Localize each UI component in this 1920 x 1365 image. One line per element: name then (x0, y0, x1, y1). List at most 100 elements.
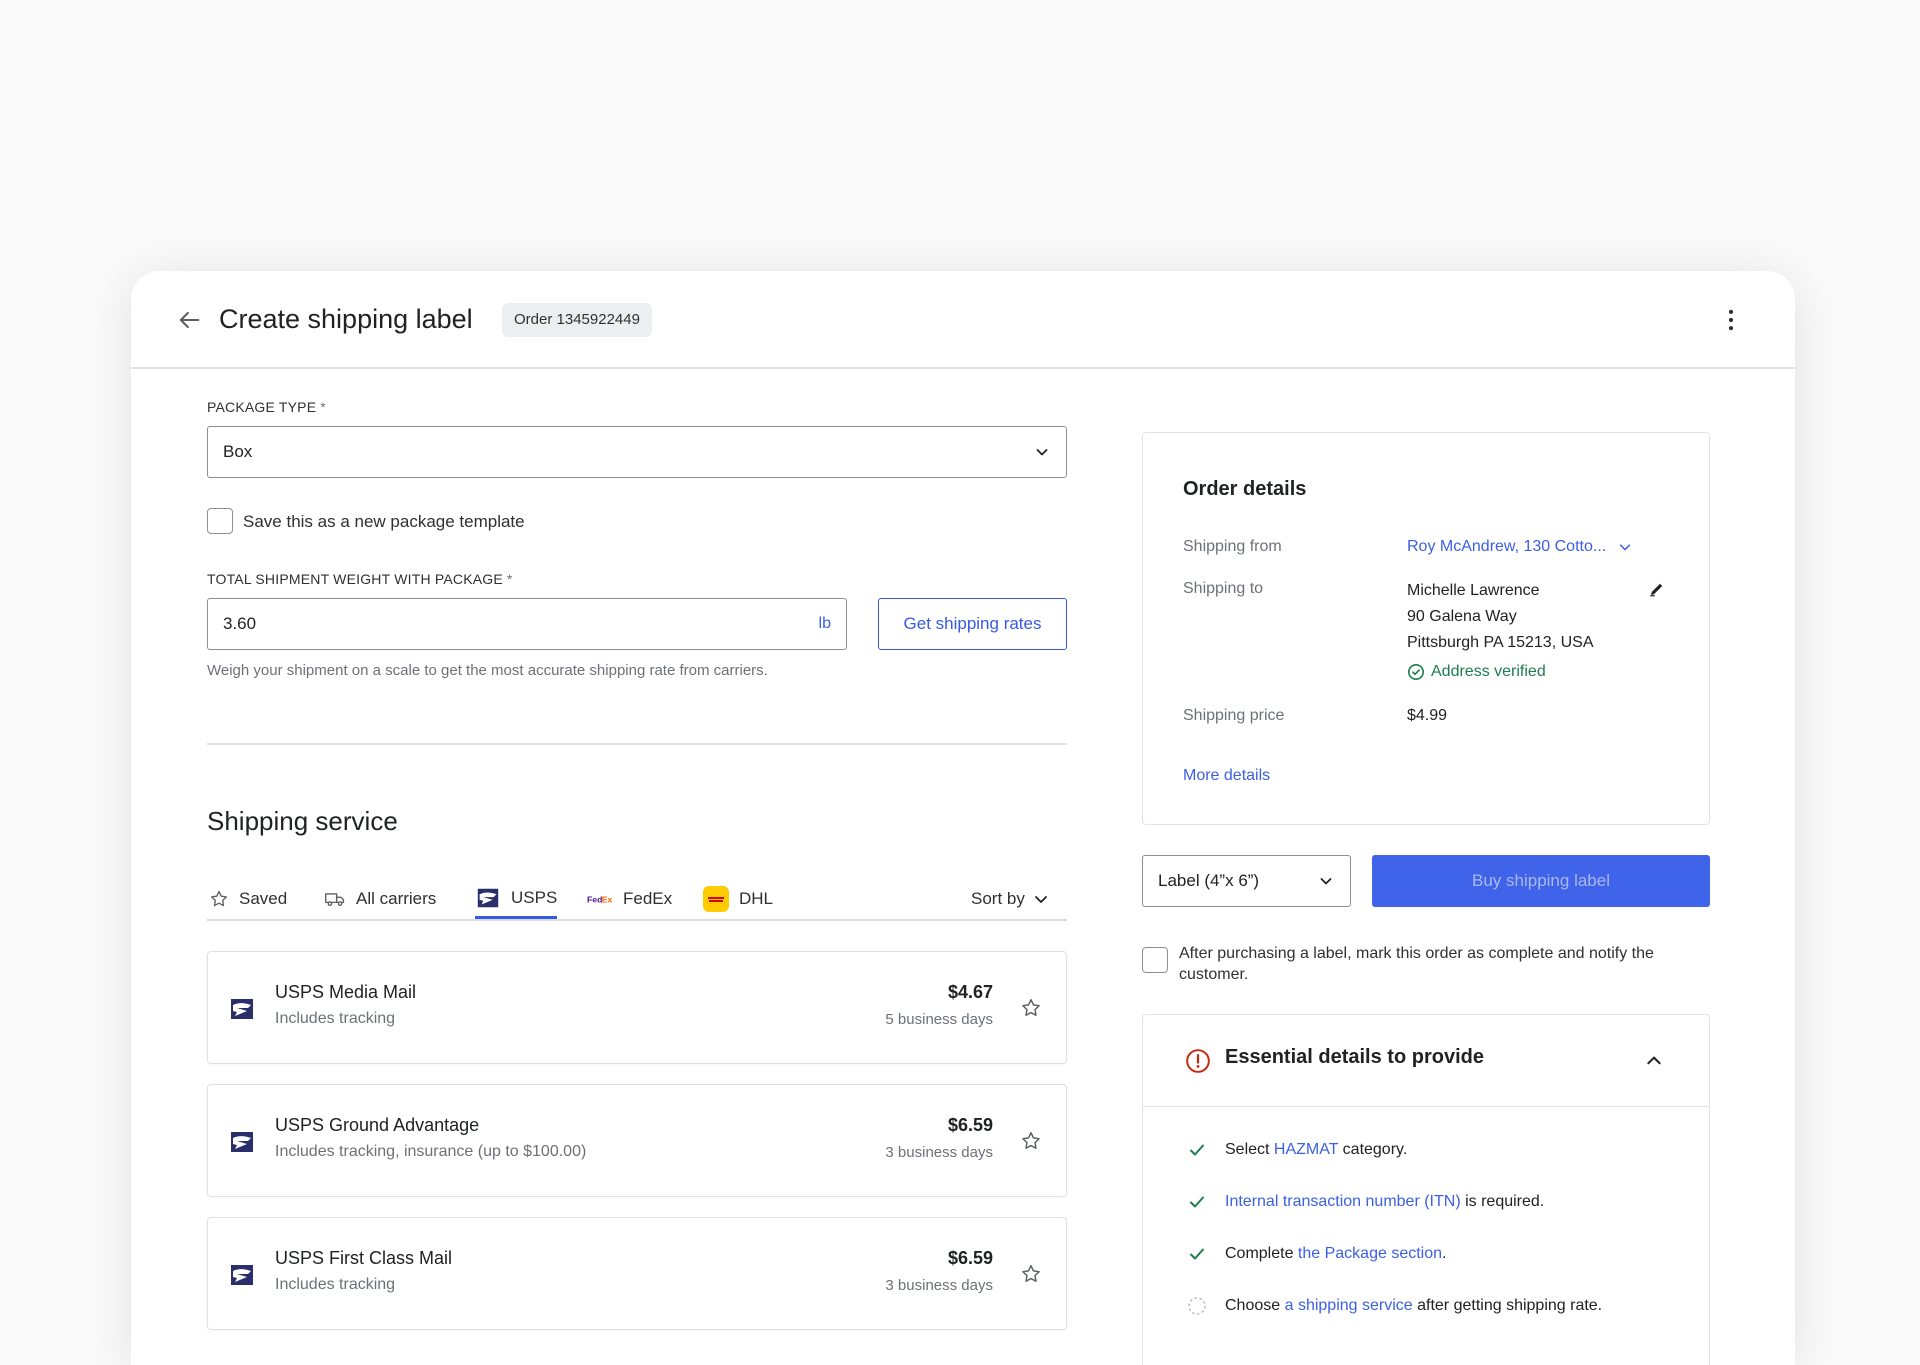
address-verified-text: Address verified (1431, 663, 1546, 680)
shipping-to-name: Michelle Lawrence (1407, 582, 1540, 599)
weight-unit: lb (818, 615, 831, 632)
tab-all-carriers[interactable]: All carriers (324, 879, 436, 919)
tab-saved-label: Saved (239, 889, 288, 908)
package-type-label: PACKAGE TYPE * (207, 399, 326, 415)
item-text: category. (1338, 1141, 1408, 1158)
shipping-service-link[interactable]: a shipping service (1285, 1297, 1413, 1314)
checkmark-icon (1190, 1196, 1204, 1208)
service-delivery-time: 3 business days (885, 1144, 993, 1161)
tab-saved[interactable]: Saved (209, 879, 287, 919)
tab-dhl-label: DHL (739, 889, 774, 908)
package-type-value: Box (223, 442, 253, 461)
item-text: Complete (1225, 1245, 1298, 1262)
check-circle-icon (1407, 663, 1425, 681)
tab-fedex-label: FedEx (623, 889, 673, 908)
required-mark: * (506, 571, 513, 587)
essential-item-itn: Internal transaction number (ITN) is req… (1225, 1193, 1544, 1211)
service-subtitle: Includes tracking (275, 1010, 396, 1027)
item-text: Choose (1225, 1297, 1285, 1314)
alert-circle-icon (1186, 1049, 1210, 1073)
package-type-select[interactable]: Box (207, 426, 1067, 478)
chevron-down-icon (1620, 544, 1631, 551)
svg-text:Ex: Ex (602, 894, 613, 904)
chevron-down-icon (1320, 878, 1332, 885)
essential-details-header[interactable]: Essential details to provide (1143, 1015, 1709, 1107)
weight-value: 3.60 (223, 614, 257, 633)
address-verified-status: Address verified (1407, 663, 1546, 681)
shipping-from-value: Roy McAndrew, 130 Cotto... (1407, 538, 1607, 555)
shipping-to-street: 90 Galena Way (1407, 608, 1517, 625)
service-price: $4.67 (947, 982, 993, 1002)
mark-complete-checkbox[interactable] (1142, 947, 1168, 973)
service-delivery-time: 3 business days (885, 1277, 993, 1294)
hazmat-link[interactable]: HAZMAT (1274, 1141, 1338, 1158)
page-header: Create shipping label Order 1345922449 (131, 271, 1795, 369)
chevron-up-icon[interactable] (1645, 1052, 1663, 1070)
shipping-price-value: $4.99 (1407, 707, 1448, 724)
weight-help-text: Weigh your shipment on a scale to get th… (207, 662, 768, 679)
get-shipping-rates-button[interactable]: Get shipping rates (878, 598, 1067, 650)
shipping-price-label: Shipping price (1183, 707, 1285, 724)
item-text: . (1442, 1245, 1447, 1262)
service-card-usps-media-mail[interactable]: USPS Media Mail Includes tracking $4.67 … (207, 951, 1067, 1064)
weight-label: TOTAL SHIPMENT WEIGHT WITH PACKAGE * (207, 571, 513, 587)
tab-fedex[interactable]: Fed Ex FedEx (587, 879, 672, 919)
essential-item-shipping-service: Choose a shipping service after getting … (1225, 1297, 1602, 1315)
mark-complete-label: After purchasing a label, mark this orde… (1179, 945, 1654, 983)
service-name: USPS First Class Mail (275, 1248, 453, 1268)
star-icon[interactable] (1020, 997, 1042, 1019)
sort-by-dropdown[interactable]: Sort by (971, 879, 1049, 919)
dhl-logo-icon (703, 886, 729, 912)
label-size-value: Label (4”x 6”) (1158, 871, 1260, 890)
back-arrow-icon[interactable] (175, 306, 203, 334)
service-card-usps-first-class-mail[interactable]: USPS First Class Mail Includes tracking … (207, 1217, 1067, 1330)
fedex-logo-icon: Fed Ex (587, 894, 613, 904)
service-name: USPS Media Mail (275, 982, 417, 1002)
star-icon[interactable] (1020, 1263, 1042, 1285)
itn-link[interactable]: Internal transaction number (ITN) (1225, 1193, 1461, 1210)
sort-by-label: Sort by (971, 889, 1025, 908)
service-name: USPS Ground Advantage (275, 1115, 480, 1135)
truck-icon (325, 893, 345, 907)
shipping-from-dropdown[interactable]: Roy McAndrew, 130 Cotto... (1407, 538, 1632, 556)
section-divider (207, 743, 1067, 745)
service-delivery-time: 5 business days (885, 1011, 993, 1028)
star-icon[interactable] (1020, 1130, 1042, 1152)
star-icon (211, 890, 227, 907)
save-template-label: Save this as a new package template (243, 512, 525, 531)
usps-logo-icon (231, 1265, 253, 1285)
buy-shipping-label-button[interactable]: Buy shipping label (1372, 855, 1710, 907)
usps-logo-icon (231, 999, 253, 1019)
tab-usps-label: USPS (511, 887, 558, 907)
shipping-service-title: Shipping service (207, 806, 398, 836)
essential-details-title: Essential details to provide (1225, 1046, 1484, 1068)
checkmark-icon (1190, 1144, 1204, 1156)
checkmark-icon (1190, 1248, 1204, 1260)
more-details-link[interactable]: More details (1183, 767, 1270, 785)
shipping-from-label: Shipping from (1183, 538, 1282, 555)
tabs-baseline (207, 919, 1067, 921)
weight-label-text: TOTAL SHIPMENT WEIGHT WITH PACKAGE (207, 571, 503, 587)
tab-dhl[interactable]: DHL (703, 879, 773, 919)
shipping-to-label: Shipping to (1183, 580, 1264, 597)
label-size-select[interactable]: Label (4”x 6”) (1142, 855, 1351, 907)
edit-pencil-icon[interactable] (1648, 580, 1666, 598)
service-card-usps-ground-advantage[interactable]: USPS Ground Advantage Includes tracking,… (207, 1084, 1067, 1197)
item-text: is required. (1460, 1193, 1545, 1210)
shipping-label-card: Create shipping label Order 1345922449 P… (131, 271, 1795, 1365)
service-price: $6.59 (947, 1248, 993, 1268)
package-section-link[interactable]: the Package section (1298, 1245, 1442, 1262)
svg-text:Fed: Fed (587, 894, 602, 904)
essential-item-hazmat: Select HAZMAT category. (1225, 1141, 1407, 1159)
order-details-panel: Order details Shipping from Roy McAndrew… (1142, 432, 1710, 825)
pending-circle-icon (1188, 1297, 1206, 1315)
chevron-down-icon (1036, 449, 1048, 456)
save-template-checkbox[interactable] (207, 508, 233, 534)
essential-item-package: Complete the Package section. (1225, 1245, 1446, 1263)
item-text: Select (1225, 1141, 1274, 1158)
weight-input[interactable]: 3.60 lb (207, 598, 847, 650)
more-options-icon[interactable] (1717, 306, 1745, 334)
required-mark: * (320, 399, 326, 415)
service-subtitle: Includes tracking (275, 1276, 396, 1293)
tab-usps[interactable]: USPS (475, 879, 558, 919)
